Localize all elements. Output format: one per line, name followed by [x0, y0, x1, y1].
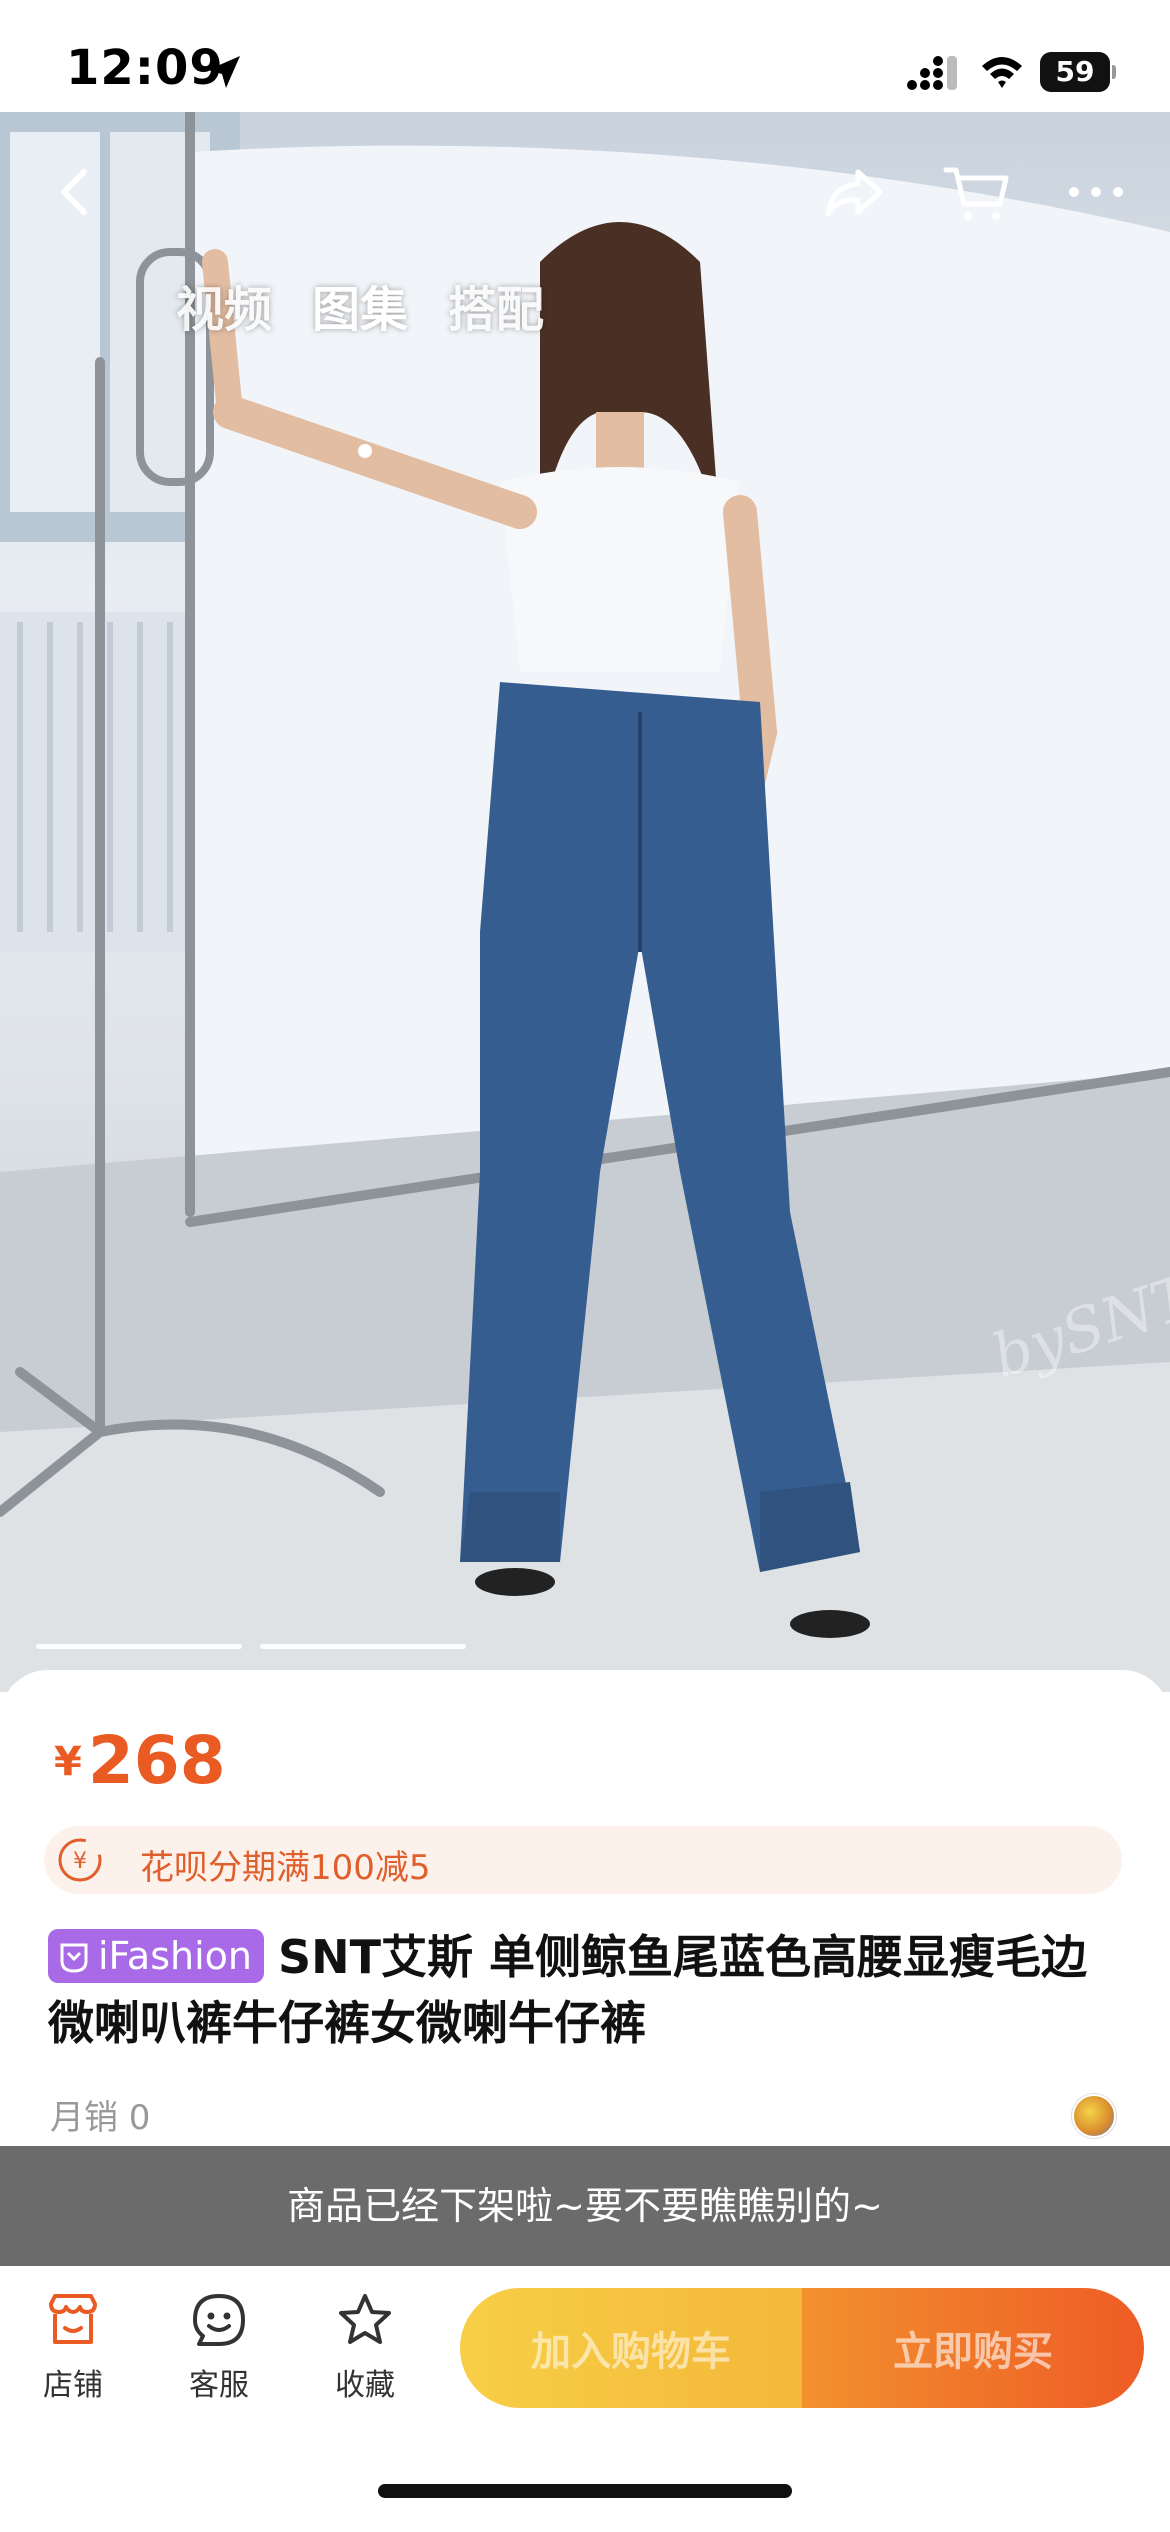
ifashion-badge-label: iFashion: [98, 1934, 252, 1978]
add-to-cart-button[interactable]: 加入购物车: [460, 2288, 802, 2408]
gallery-progress-segment-2: [260, 1644, 466, 1649]
home-indicator[interactable]: [378, 2484, 792, 2498]
gallery-tabs: 视频 图集 搭配: [176, 270, 544, 350]
tab-outfit[interactable]: 搭配: [448, 270, 544, 350]
shop-button[interactable]: 店铺: [18, 2290, 128, 2404]
chat-bubble-icon: [193, 2294, 245, 2346]
product-price: ¥268: [54, 1722, 226, 1799]
shop-label: 店铺: [43, 2368, 103, 2403]
currency-symbol: ¥: [54, 1739, 82, 1785]
favorite-label: 收藏: [335, 2368, 395, 2403]
favorite-button[interactable]: 收藏: [310, 2290, 420, 2404]
cellular-signal-icon: [907, 56, 957, 90]
svg-text:¥: ¥: [73, 1849, 87, 1874]
delisted-notice-banner[interactable]: 商品已经下架啦~要不要瞧瞧别的~: [0, 2146, 1170, 2266]
installment-promo[interactable]: ¥ 花呗分期满100减5: [44, 1826, 1122, 1894]
wifi-icon: [982, 57, 1022, 88]
product-image-gallery[interactable]: 视频 图集 搭配 bySNT: [0, 112, 1170, 1692]
location-arrow-icon: [208, 56, 240, 88]
buy-now-button[interactable]: 立即购买: [802, 2288, 1144, 2408]
gallery-progress-segment-1: [36, 1644, 242, 1649]
active-tab-indicator: [358, 444, 372, 458]
more-options-icon[interactable]: [1060, 156, 1132, 228]
price-value: 268: [87, 1722, 226, 1799]
battery-indicator: 59: [1040, 52, 1116, 92]
purchase-buttons: 加入购物车 立即购买: [460, 2288, 1144, 2408]
status-time: 12:09: [66, 40, 224, 96]
ifashion-badge-icon: [60, 1943, 88, 1973]
back-icon[interactable]: [40, 156, 112, 228]
customer-service-button[interactable]: 客服: [164, 2290, 274, 2404]
product-title-block: iFashion SNT艾斯 单侧鲸鱼尾蓝色高腰显瘦毛边微喇叭裤牛仔裤女微喇牛仔裤: [48, 1924, 1128, 2056]
installment-text: 花呗分期满100减5: [140, 1848, 431, 1888]
star-icon: [339, 2294, 391, 2344]
share-icon[interactable]: [818, 156, 890, 228]
tab-album[interactable]: 图集: [312, 270, 408, 350]
installment-icon: ¥: [58, 1838, 102, 1882]
avatar[interactable]: [1072, 2094, 1116, 2138]
ifashion-badge: iFashion: [48, 1929, 264, 1983]
shopping-cart-icon[interactable]: [940, 156, 1012, 228]
store-icon: [49, 2294, 97, 2344]
monthly-sales: 月销 0: [50, 2098, 151, 2138]
status-bar: 12:09 59: [0, 0, 1170, 112]
tab-video[interactable]: 视频: [176, 270, 272, 350]
service-label: 客服: [189, 2368, 249, 2403]
battery-level: 59: [1040, 52, 1110, 92]
